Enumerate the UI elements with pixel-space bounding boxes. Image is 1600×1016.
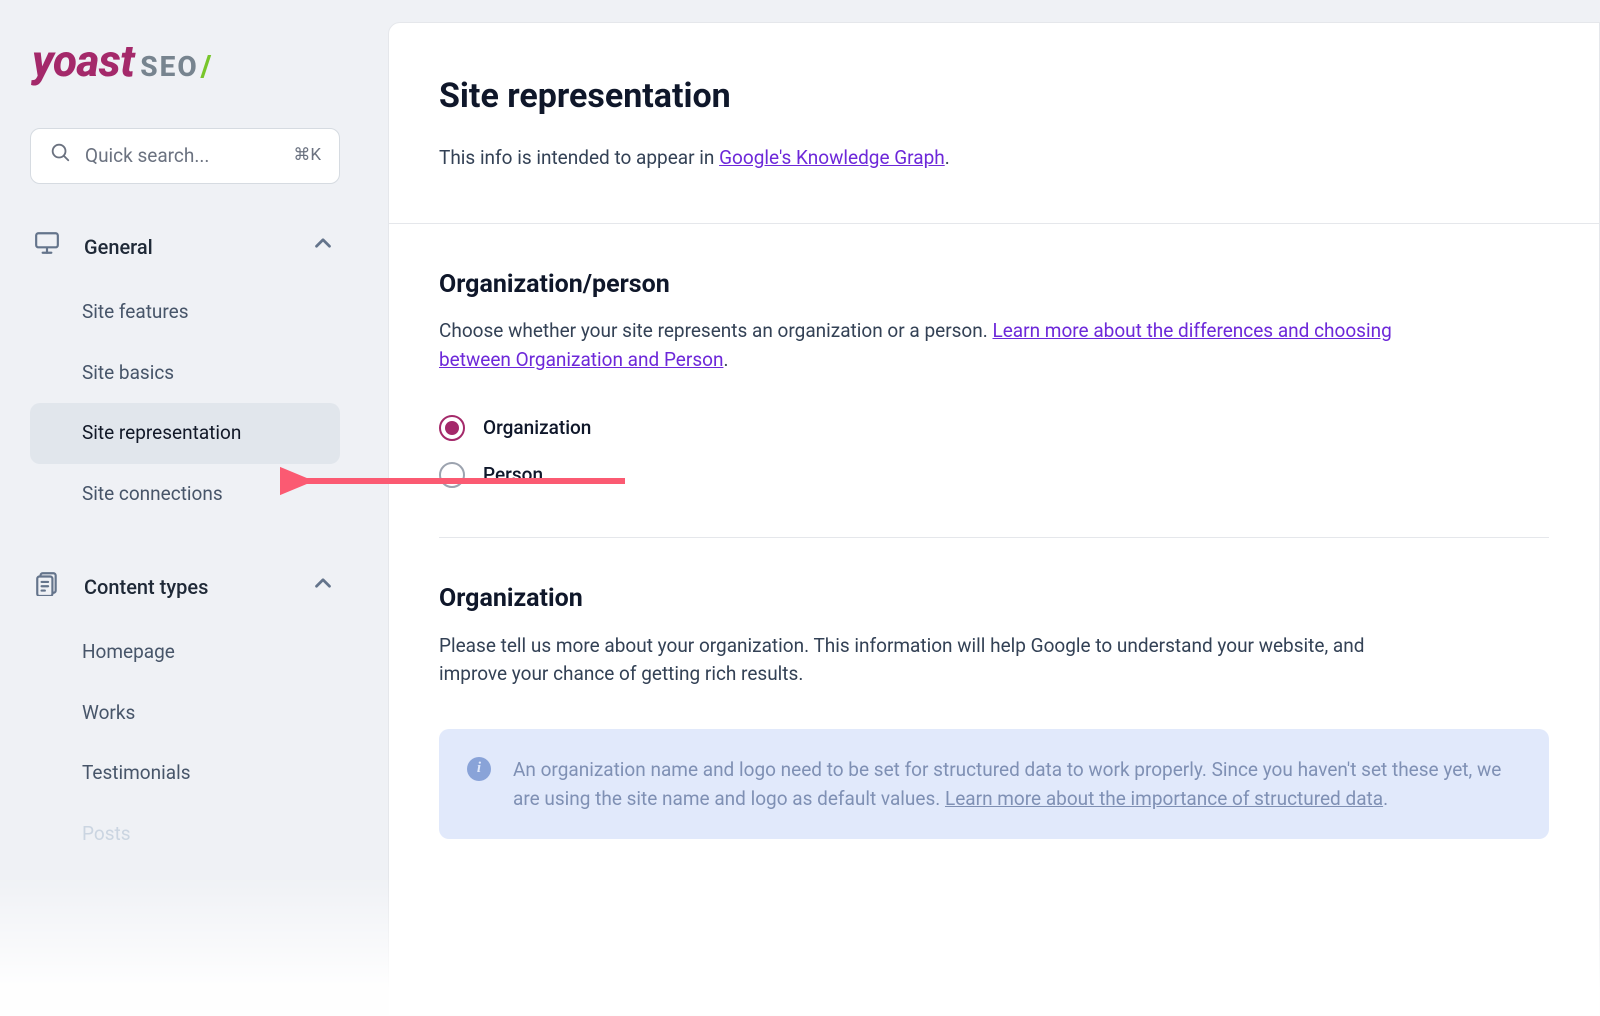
sidebar-item-label: Site connections <box>82 482 223 505</box>
nav-heading-label: General <box>84 232 153 262</box>
document-icon <box>34 570 60 604</box>
search-icon <box>49 141 71 171</box>
nav-heading-general[interactable]: General <box>30 222 340 272</box>
radio-icon <box>439 415 465 441</box>
sidebar-item-site-representation[interactable]: Site representation <box>30 403 340 464</box>
nav-section-general: General Site features Site basics Site r… <box>30 222 340 524</box>
nav-items-general: Site features Site basics Site represent… <box>30 282 340 524</box>
section-desc: Choose whether your site represents an o… <box>439 317 1399 374</box>
chevron-up-icon <box>310 230 336 264</box>
section-org-person: Organization/person Choose whether your … <box>389 224 1599 504</box>
sidebar-item-label: Homepage <box>82 640 175 663</box>
nav-section-content-types: Content types Homepage Works Testimonial… <box>30 562 340 864</box>
sidebar-item-site-basics[interactable]: Site basics <box>30 343 340 404</box>
panel-header: Site representation This info is intende… <box>389 23 1599 224</box>
page-intro: This info is intended to appear in Googl… <box>439 144 1549 173</box>
section-desc: Please tell us more about your organizat… <box>439 632 1399 689</box>
page-intro-pre: This info is intended to appear in <box>439 146 719 169</box>
section-organization: Organization Please tell us more about y… <box>389 538 1599 689</box>
chevron-up-icon <box>310 570 336 604</box>
logo: yoast SEO/ <box>30 22 340 108</box>
search-placeholder: Quick search... <box>85 142 279 171</box>
sidebar-item-site-features[interactable]: Site features <box>30 282 340 343</box>
monitor-icon <box>34 230 60 264</box>
logo-main-text: yoast <box>32 28 134 94</box>
sidebar-item-site-connections[interactable]: Site connections <box>30 464 340 525</box>
knowledge-graph-link[interactable]: Google's Knowledge Graph <box>719 146 945 169</box>
sidebar: yoast SEO/ Quick search... ⌘K General <box>0 0 370 1016</box>
logo-slash: / <box>201 49 212 84</box>
info-icon: i <box>467 757 491 781</box>
nav-heading-label: Content types <box>84 572 208 602</box>
info-banner-post: . <box>1383 787 1388 810</box>
learn-more-structured-data-link[interactable]: Learn more about the importance of struc… <box>945 787 1383 810</box>
radio-organization[interactable]: Organization <box>439 410 1549 457</box>
sidebar-item-label: Site features <box>82 300 189 323</box>
search-shortcut: ⌘K <box>293 143 321 169</box>
logo-sub-text: SEO <box>140 50 198 83</box>
sidebar-item-label: Posts <box>82 822 131 845</box>
sidebar-item-testimonials[interactable]: Testimonials <box>30 743 340 804</box>
sidebar-item-works[interactable]: Works <box>30 683 340 744</box>
search-input[interactable]: Quick search... ⌘K <box>30 128 340 184</box>
info-banner-text: An organization name and logo need to be… <box>513 755 1519 814</box>
nav-heading-content-types[interactable]: Content types <box>30 562 340 612</box>
section-desc-pre: Choose whether your site represents an o… <box>439 319 993 342</box>
page-title: Site representation <box>439 71 1549 122</box>
radio-label: Person <box>483 461 543 490</box>
section-desc-post: . <box>723 348 728 371</box>
sidebar-item-label: Testimonials <box>82 761 191 784</box>
radio-label: Organization <box>483 414 591 443</box>
sidebar-item-posts[interactable]: Posts <box>30 804 340 865</box>
radio-person[interactable]: Person <box>439 457 1549 504</box>
nav-items-content-types: Homepage Works Testimonials Posts <box>30 622 340 864</box>
info-banner: i An organization name and logo need to … <box>439 729 1549 840</box>
app-root: yoast SEO/ Quick search... ⌘K General <box>0 0 1600 1016</box>
radio-icon <box>439 462 465 488</box>
section-title: Organization/person <box>439 266 1549 304</box>
page-intro-post: . <box>945 146 950 169</box>
sidebar-item-label: Site basics <box>82 361 174 384</box>
sidebar-item-label: Works <box>82 701 135 724</box>
sidebar-item-homepage[interactable]: Homepage <box>30 622 340 683</box>
section-title: Organization <box>439 580 1549 618</box>
org-person-radio-group: Organization Person <box>439 410 1549 503</box>
main-panel: Site representation This info is intende… <box>388 22 1600 1016</box>
sidebar-item-label: Site representation <box>82 421 241 444</box>
